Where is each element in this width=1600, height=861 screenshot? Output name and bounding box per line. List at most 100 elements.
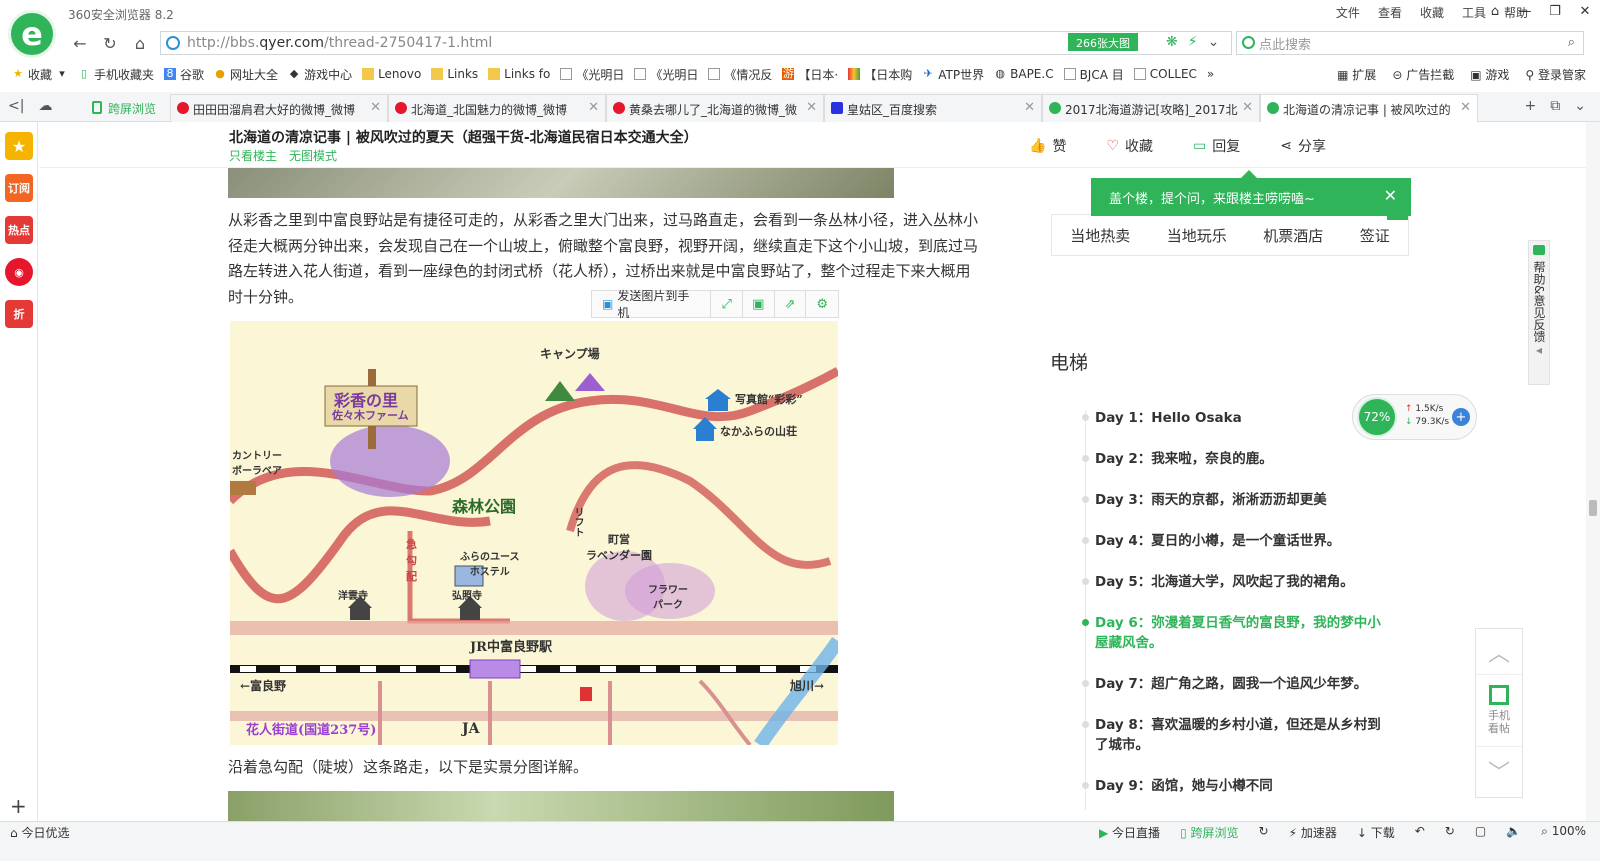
bookmark-bape[interactable]: ◍ BAPE.C bbox=[994, 67, 1053, 81]
cross-screen-tab[interactable]: 跨屏浏览 bbox=[86, 94, 166, 122]
quick-link-hot-deals[interactable]: 当地热卖 bbox=[1070, 225, 1130, 246]
hot-icon[interactable]: 热点 bbox=[5, 216, 33, 244]
menu-file[interactable]: 文件 bbox=[1336, 4, 1360, 21]
tab-weibo-1[interactable]: 田田田溜肩君大好的微博_微博 ✕ bbox=[170, 94, 388, 122]
fullscreen-icon[interactable]: ⤢ bbox=[711, 291, 743, 317]
speed-icon[interactable]: ❋ bbox=[1166, 34, 1178, 50]
favorites-star-icon[interactable]: ★ bbox=[5, 132, 33, 160]
bookmark-bjca[interactable]: BJCA 目 bbox=[1063, 66, 1124, 83]
close-tab-icon[interactable]: ✕ bbox=[1242, 100, 1253, 115]
settings-icon[interactable]: ⚙ bbox=[806, 291, 838, 317]
toc-item-day7[interactable]: Day 7：超广角之路，圆我一个追风少年梦。 bbox=[1082, 674, 1385, 694]
bookmark-atp[interactable]: ✈ ATP世界 bbox=[922, 66, 984, 83]
bookmark-guangming-1[interactable]: 《光明日 bbox=[560, 66, 624, 83]
undo-icon[interactable]: ↶ bbox=[1415, 824, 1425, 841]
skin-icon[interactable]: ⌂ bbox=[1480, 0, 1510, 22]
mobile-view-button[interactable]: 手机看帖 bbox=[1476, 681, 1522, 747]
toc-item-day5[interactable]: Day 5：北海道大学，风吹起了我的裙角。 bbox=[1082, 572, 1385, 592]
browser-logo[interactable]: e bbox=[8, 10, 56, 58]
close-tab-icon[interactable]: ✕ bbox=[370, 100, 381, 115]
tab-qyer-1[interactable]: 2017北海道游记[攻略]_2017北 ✕ bbox=[1042, 94, 1260, 122]
quick-link-flights-hotels[interactable]: 机票酒店 bbox=[1263, 225, 1323, 246]
zoom-level[interactable]: ⌕ 100% bbox=[1541, 824, 1586, 841]
home-button[interactable]: ⌂ bbox=[128, 32, 152, 54]
cloud-icon[interactable]: ☁ bbox=[38, 98, 52, 114]
tab-weibo-3[interactable]: 黄桑去哪儿了_北海道的微博_微 ✕ bbox=[606, 94, 824, 122]
menu-favorites[interactable]: 收藏 bbox=[1420, 4, 1444, 21]
bookmark-collec[interactable]: COLLEC bbox=[1133, 67, 1197, 81]
save-icon[interactable]: ▣ bbox=[743, 291, 775, 317]
live-button[interactable]: ▶ 今日直播 bbox=[1099, 824, 1160, 841]
restore-tab-icon[interactable]: ⧉ bbox=[1550, 98, 1560, 114]
cross-screen-status-button[interactable]: ▯ 跨屏浏览 bbox=[1180, 824, 1238, 841]
no-image-link[interactable]: 无图模式 bbox=[289, 147, 337, 164]
bookmark-games[interactable]: ◆ 游戏中心 bbox=[288, 66, 352, 83]
close-tab-icon[interactable]: ✕ bbox=[588, 100, 599, 115]
close-tab-icon[interactable]: ✕ bbox=[1024, 100, 1035, 115]
search-engine-icon[interactable] bbox=[1242, 36, 1255, 49]
refresh-icon[interactable]: ↻ bbox=[1445, 824, 1455, 841]
refresh-status-icon[interactable]: ↻ bbox=[1259, 824, 1269, 841]
bookmark-japan-1[interactable]: 游【日本· bbox=[782, 66, 838, 83]
owner-only-link[interactable]: 只看楼主 bbox=[229, 147, 277, 164]
minimize-button[interactable]: — bbox=[1510, 0, 1540, 22]
network-speed-widget[interactable]: 72% ↑ 1.5K/s ↓ 79.3K/s + bbox=[1352, 394, 1477, 440]
send-to-phone-button[interactable]: ▣ 发送图片到手机 bbox=[592, 289, 712, 320]
tab-baidu[interactable]: 皇姑区_百度搜索 ✕ bbox=[824, 94, 1042, 122]
menu-view[interactable]: 查看 bbox=[1378, 4, 1402, 21]
tab-back-icon[interactable]: <| bbox=[8, 98, 24, 114]
share-icon[interactable]: ⇗ bbox=[775, 291, 807, 317]
add-icon[interactable]: + bbox=[10, 794, 27, 818]
favorite-button[interactable]: ♡ 收藏 bbox=[1106, 136, 1153, 156]
toc-item-day2[interactable]: Day 2：我来啦，奈良的鹿。 bbox=[1082, 449, 1385, 469]
tab-qyer-active[interactable]: 北海道の清凉记事 | 被风吹过的 ✕ bbox=[1260, 94, 1478, 122]
toc-item-day3[interactable]: Day 3：雨天的京都，淅淅沥沥却更美 bbox=[1082, 490, 1385, 510]
bookmark-links-fo[interactable]: Links fo bbox=[488, 67, 550, 81]
download-button[interactable]: ↓ 下载 bbox=[1357, 824, 1395, 841]
maximize-button[interactable]: ❐ bbox=[1540, 0, 1570, 22]
refresh-button[interactable]: ↻ bbox=[98, 32, 122, 54]
lightning-icon[interactable]: ⚡ bbox=[1188, 34, 1198, 50]
bookmark-links[interactable]: Links bbox=[431, 67, 478, 81]
toc-item-day9[interactable]: Day 9：函馆，她与小樽不同 bbox=[1082, 776, 1385, 796]
image-count-badge[interactable]: 266张大图 bbox=[1068, 33, 1138, 51]
search-input[interactable]: 点此搜索 ⌕ bbox=[1236, 31, 1584, 55]
bookmark-google[interactable]: 8 谷歌 bbox=[164, 66, 204, 83]
more-bookmarks-icon[interactable]: » bbox=[1207, 67, 1214, 81]
bookmark-lenovo[interactable]: Lenovo bbox=[362, 67, 421, 81]
window-icon[interactable]: ▢ bbox=[1475, 824, 1486, 841]
quick-link-local-fun[interactable]: 当地玩乐 bbox=[1167, 225, 1227, 246]
tab-weibo-2[interactable]: 北海道_北国魅力的微博_微博 ✕ bbox=[388, 94, 606, 122]
bookmark-hao[interactable]: ● 网址大全 bbox=[214, 66, 278, 83]
volume-icon[interactable]: 🔈 bbox=[1506, 824, 1521, 841]
status-left[interactable]: ⌂ 今日优选 bbox=[10, 824, 69, 841]
scrollbar-thumb[interactable] bbox=[1589, 500, 1597, 516]
bookmark-qingkuang[interactable]: 《情况反 bbox=[708, 66, 772, 83]
games-button[interactable]: ▣ 游戏 bbox=[1470, 66, 1509, 83]
discount-icon[interactable]: 折 bbox=[5, 300, 33, 328]
search-icon[interactable]: ⌕ bbox=[1568, 35, 1575, 50]
bookmark-guangming-2[interactable]: 《光明日 bbox=[634, 66, 698, 83]
bookmark-mobile[interactable]: ▯ 手机收藏夹 bbox=[78, 66, 154, 83]
bookmark-favorites[interactable]: ★ 收藏 ▾ bbox=[12, 66, 68, 83]
adblock-button[interactable]: ⊝ 广告拦截 bbox=[1392, 66, 1454, 83]
bookmark-japan-2[interactable]: 【日本购 bbox=[848, 66, 912, 83]
accelerator-button[interactable]: ⚡ 加速器 bbox=[1289, 824, 1337, 841]
feedback-tab[interactable]: 帮助&意见反馈 ◂ bbox=[1528, 240, 1550, 385]
like-button[interactable]: 👍 赞 bbox=[1029, 136, 1066, 156]
scroll-top-button[interactable]: ︿ bbox=[1476, 635, 1522, 675]
chevron-down-icon[interactable]: ⌄ bbox=[1208, 34, 1220, 50]
toc-item-day1[interactable]: Day 1：Hello Osaka bbox=[1082, 408, 1385, 428]
plus-icon[interactable]: + bbox=[1452, 408, 1470, 426]
page-scrollbar[interactable] bbox=[1586, 122, 1600, 821]
extensions-button[interactable]: ▦ 扩展 bbox=[1337, 66, 1376, 83]
close-tab-icon[interactable]: ✕ bbox=[806, 100, 817, 115]
close-tab-icon[interactable]: ✕ bbox=[1460, 100, 1471, 115]
subscribe-icon[interactable]: 订阅 bbox=[5, 174, 33, 202]
weibo-icon[interactable]: ◉ bbox=[5, 258, 33, 286]
toc-item-day6[interactable]: Day 6：弥漫着夏日香气的富良野，我的梦中小屋藏风舍。 bbox=[1082, 613, 1385, 653]
new-tab-icon[interactable]: + bbox=[1525, 98, 1537, 114]
toc-item-day4[interactable]: Day 4：夏日的小樽，是一个童话世界。 bbox=[1082, 531, 1385, 551]
close-button[interactable]: ✕ bbox=[1570, 0, 1600, 22]
login-manager-button[interactable]: ⚲ 登录管家 bbox=[1525, 66, 1586, 83]
